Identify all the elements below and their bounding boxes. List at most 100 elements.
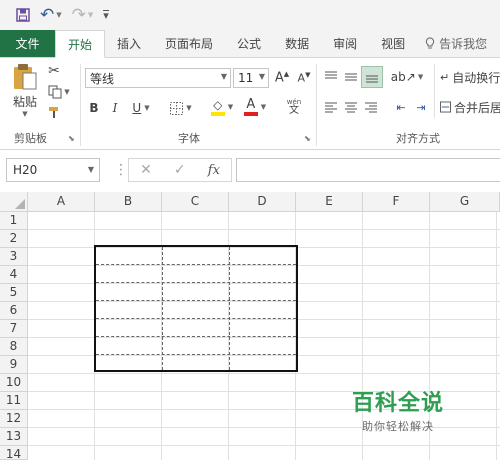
inner-border-h xyxy=(96,264,296,265)
redo-icon: ↷ xyxy=(71,5,86,25)
chevron-down-icon: ▼ xyxy=(260,103,267,111)
underline-label: U xyxy=(132,101,142,115)
bold-button[interactable]: B xyxy=(86,98,102,118)
save-icon xyxy=(16,8,30,22)
save-button[interactable] xyxy=(16,8,30,22)
paste-icon xyxy=(14,63,37,89)
row-header-5[interactable]: 5 xyxy=(0,284,28,302)
chevron-down-icon: ▼ xyxy=(258,72,265,81)
cancel-icon[interactable]: ✕ xyxy=(140,162,152,178)
orientation-button[interactable]: ab↗ ▼ xyxy=(391,68,423,86)
inner-border-h xyxy=(96,336,296,337)
group-divider xyxy=(316,64,317,146)
column-header-g[interactable]: G xyxy=(430,192,500,212)
align-left-button[interactable] xyxy=(322,98,340,116)
name-box[interactable]: H20 ▼ xyxy=(6,158,100,182)
tab-formulas[interactable]: 公式 xyxy=(225,30,273,57)
undo-button[interactable]: ↶ ▼ xyxy=(40,5,62,25)
tab-view[interactable]: 视图 xyxy=(369,30,417,57)
align-top-button[interactable] xyxy=(322,68,340,86)
align-center-icon xyxy=(345,102,357,113)
font-color-bar xyxy=(243,112,258,116)
row-header-6[interactable]: 6 xyxy=(0,302,28,320)
customize-qat-button[interactable]: ▾ xyxy=(103,10,109,21)
row-header-12[interactable]: 12 xyxy=(0,410,28,428)
decrease-indent-icon: ⇤ xyxy=(396,100,406,114)
tab-page-layout[interactable]: 页面布局 xyxy=(153,30,225,57)
row-header-1[interactable]: 1 xyxy=(0,212,28,230)
formula-bar: H20 ▼ ⋮ ✕ ✓ fx xyxy=(0,150,500,190)
undo-icon: ↶ xyxy=(40,5,55,25)
column-header-a[interactable]: A xyxy=(28,192,95,212)
chevron-down-icon: ▼ xyxy=(56,11,62,19)
wrap-text-icon: ↵ xyxy=(440,70,450,84)
insert-function-button[interactable]: fx xyxy=(208,163,220,178)
row-header-9[interactable]: 9 xyxy=(0,356,28,374)
inner-border-h xyxy=(96,318,296,319)
increase-font-button[interactable]: A▲ xyxy=(274,68,290,88)
increase-indent-button[interactable]: ⇥ xyxy=(412,98,430,116)
italic-button[interactable]: I xyxy=(108,98,122,118)
decrease-font-button[interactable]: A▼ xyxy=(296,68,312,88)
align-right-button[interactable] xyxy=(362,98,380,116)
watermark: 百科全说 助你轻松解决 xyxy=(336,385,460,434)
column-header-f[interactable]: F xyxy=(363,192,430,212)
column-header-e[interactable]: E xyxy=(296,192,363,212)
underline-button[interactable]: U ▼ xyxy=(128,98,154,118)
row-header-3[interactable]: 3 xyxy=(0,248,28,266)
inner-border-h xyxy=(96,282,296,283)
font-color-button[interactable]: A ▼ xyxy=(240,96,270,118)
formula-input[interactable] xyxy=(236,158,500,182)
group-divider xyxy=(434,64,435,118)
align-middle-button[interactable] xyxy=(342,68,360,86)
wrap-text-button[interactable]: ↵ 自动换行 xyxy=(440,68,500,86)
column-header-d[interactable]: D xyxy=(229,192,296,212)
copy-button[interactable]: ▼ xyxy=(44,83,74,101)
align-bottom-button[interactable] xyxy=(361,66,383,88)
row-header-4[interactable]: 4 xyxy=(0,266,28,284)
row-header-2[interactable]: 2 xyxy=(0,230,28,248)
fill-color-button[interactable]: ◇ ▼ xyxy=(208,96,236,118)
formula-bar-grip[interactable]: ⋮ xyxy=(114,162,128,178)
row-header-8[interactable]: 8 xyxy=(0,338,28,356)
align-middle-icon xyxy=(345,73,357,81)
cut-button[interactable]: ✂ xyxy=(44,62,64,80)
column-header-c[interactable]: C xyxy=(162,192,229,212)
row-header-14[interactable]: 14 xyxy=(0,446,28,460)
paste-button[interactable]: 粘贴 ▼ xyxy=(10,62,40,118)
align-left-icon xyxy=(325,102,337,113)
phonetic-button[interactable]: wén 文 xyxy=(280,96,308,118)
row-header-10[interactable]: 10 xyxy=(0,374,28,392)
tab-insert[interactable]: 插入 xyxy=(105,30,153,57)
row-header-7[interactable]: 7 xyxy=(0,320,28,338)
row-header-13[interactable]: 13 xyxy=(0,428,28,446)
align-top-icon xyxy=(325,71,337,79)
chevron-down-icon: ▼ xyxy=(144,104,150,112)
tell-me-box[interactable]: 告诉我您 xyxy=(417,30,499,57)
bordered-range[interactable] xyxy=(94,245,298,372)
select-all-button[interactable] xyxy=(0,192,28,212)
font-launcher-icon[interactable]: ⬊ xyxy=(304,134,311,143)
tab-file[interactable]: 文件 xyxy=(0,30,55,57)
font-name-select[interactable]: 等线 ▼ xyxy=(85,68,231,88)
row-header-11[interactable]: 11 xyxy=(0,392,28,410)
column-header-b[interactable]: B xyxy=(95,192,162,212)
chevron-down-icon: ▼ xyxy=(227,103,234,111)
chevron-down-icon: ▼ xyxy=(186,104,192,112)
tab-home[interactable]: 开始 xyxy=(55,30,106,58)
tab-data[interactable]: 数据 xyxy=(273,30,321,57)
clipboard-launcher-icon[interactable]: ⬊ xyxy=(68,134,75,143)
tab-review[interactable]: 审阅 xyxy=(321,30,369,57)
redo-button[interactable]: ↷ ▼ xyxy=(72,5,94,25)
format-painter-button[interactable] xyxy=(44,104,64,122)
chevron-down-icon: ▼ xyxy=(64,88,70,96)
merge-center-button[interactable]: 合并后居 xyxy=(440,98,500,116)
font-size-select[interactable]: 11 ▼ xyxy=(233,68,269,88)
align-center-button[interactable] xyxy=(342,98,360,116)
borders-button[interactable]: ▼ xyxy=(168,98,194,118)
decrease-indent-button[interactable]: ⇤ xyxy=(392,98,410,116)
merge-center-icon xyxy=(440,101,451,113)
ribbon-tabs: 文件 开始 插入 页面布局 公式 数据 审阅 视图 告诉我您 xyxy=(0,30,500,58)
watermark-subtitle: 助你轻松解决 xyxy=(362,420,434,433)
enter-icon[interactable]: ✓ xyxy=(174,162,186,178)
